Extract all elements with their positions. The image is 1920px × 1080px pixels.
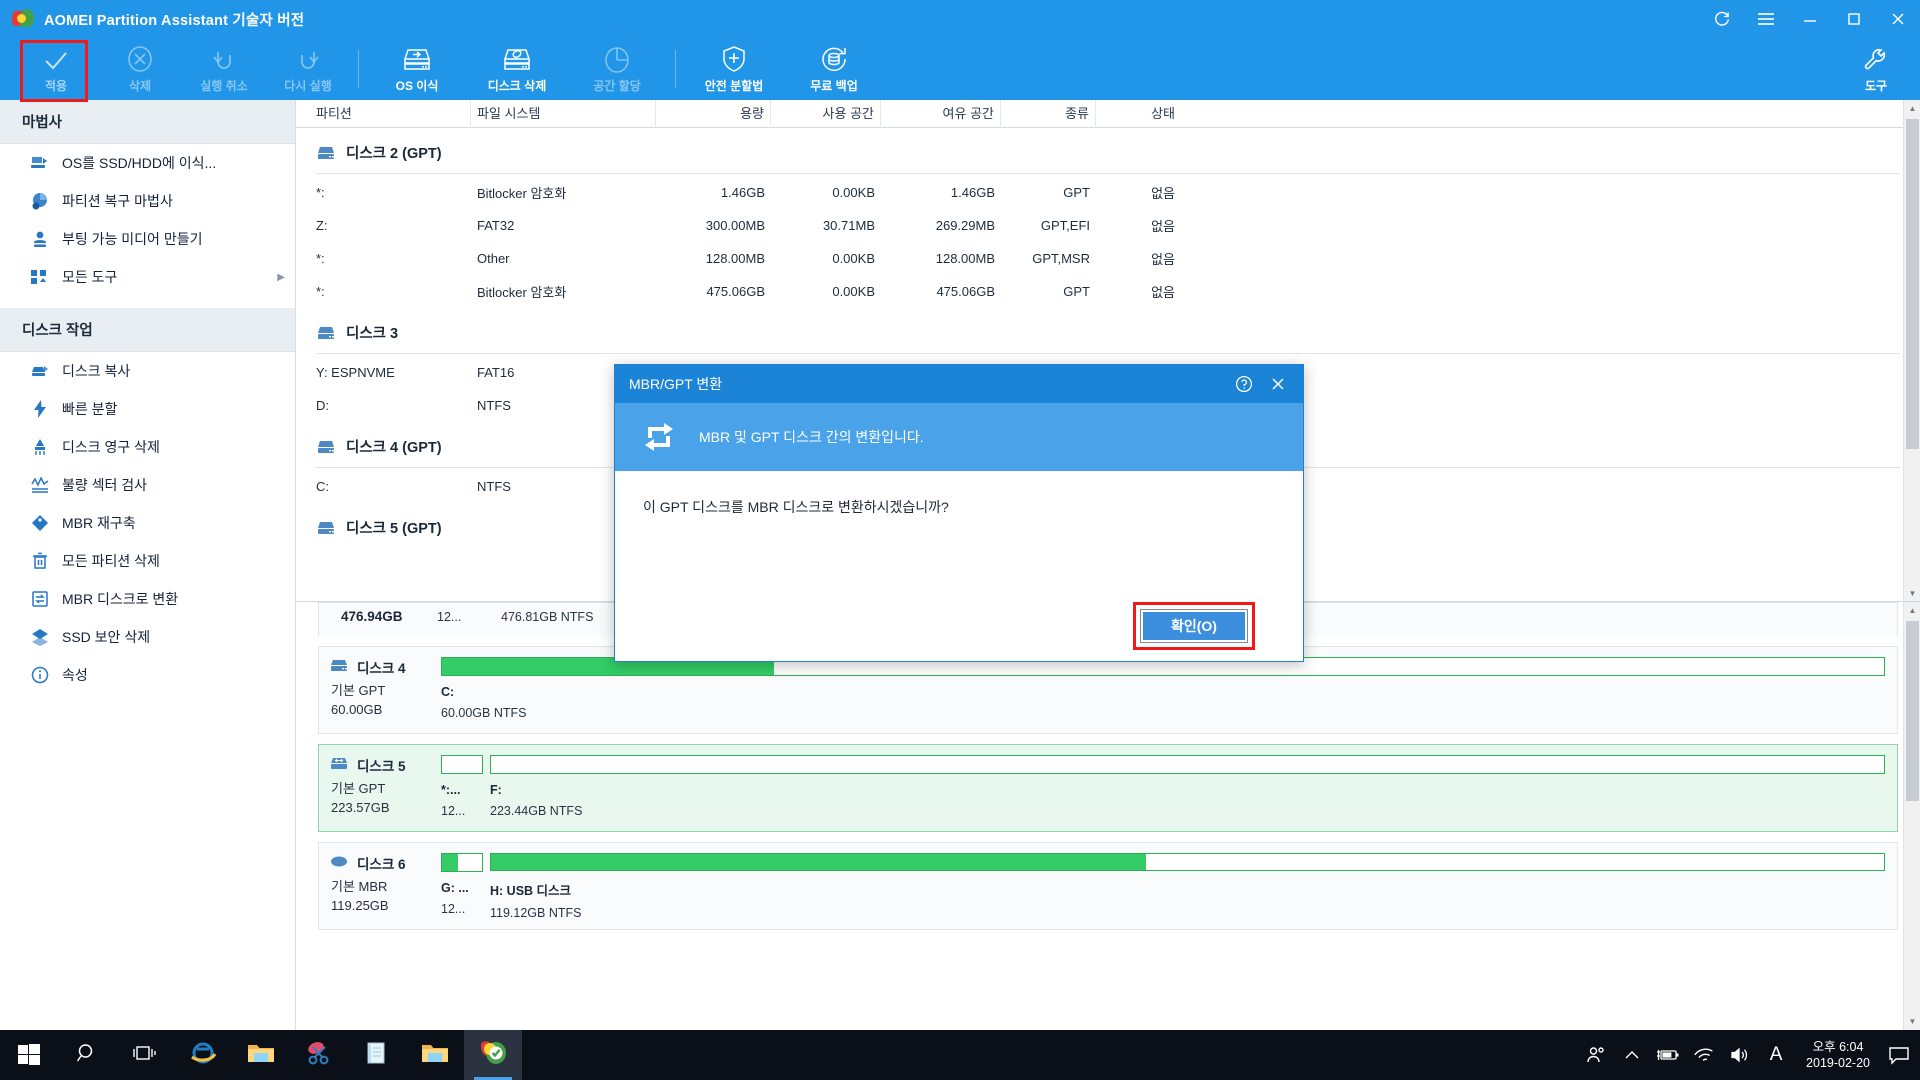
file-explorer-2-button[interactable]: [406, 1030, 464, 1080]
clock-time: 오후 6:04: [1812, 1040, 1864, 1054]
aomei-icon: [478, 1039, 508, 1072]
aomei-partition-assistant-button[interactable]: [464, 1030, 522, 1080]
application-window: AOMEI Partition Assistant 기술자 버전 적용 삭제 실…: [0, 0, 1920, 1030]
battery-charging-icon[interactable]: [1650, 1030, 1686, 1080]
search-button[interactable]: [58, 1030, 116, 1080]
ie-icon: [189, 1039, 217, 1072]
scissors-icon: [305, 1040, 333, 1071]
wifi-icon[interactable]: [1686, 1030, 1722, 1080]
task-view-button[interactable]: [116, 1030, 174, 1080]
dialog-body: 이 GPT 디스크를 MBR 디스크로 변환하시겠습니까?: [615, 471, 1303, 591]
volume-icon[interactable]: [1722, 1030, 1758, 1080]
internet-explorer-button[interactable]: [174, 1030, 232, 1080]
dialog-banner: MBR 및 GPT 디스크 간의 변환입니다.: [615, 403, 1303, 471]
notepad-button[interactable]: [348, 1030, 406, 1080]
chevron-up-icon[interactable]: [1614, 1030, 1650, 1080]
people-icon[interactable]: [1578, 1030, 1614, 1080]
system-tray: A 오후 6:04 2019-02-20: [1578, 1030, 1920, 1080]
dialog-footer: 확인(O): [615, 591, 1303, 661]
dialog-title-bar: MBR/GPT 변환: [615, 365, 1303, 403]
close-icon[interactable]: [1263, 369, 1293, 399]
task-view-icon: [133, 1043, 157, 1068]
folder-icon: [247, 1041, 275, 1070]
snipping-tool-button[interactable]: [290, 1030, 348, 1080]
ok-button-wrapper: 확인(O): [1133, 602, 1255, 650]
notification-icon[interactable]: [1882, 1030, 1916, 1080]
dialog-title: MBR/GPT 변환: [629, 376, 723, 392]
modal-layer: MBR/GPT 변환 MBR 및 GPT 디스크 간의 변환입니다. 이 GPT…: [0, 0, 1920, 1030]
dialog-message: 이 GPT 디스크를 MBR 디스크로 변환하시겠습니까?: [643, 499, 949, 515]
dialog-title-buttons: [1229, 369, 1303, 399]
windows-taskbar: A 오후 6:04 2019-02-20: [0, 1030, 1920, 1080]
ok-button[interactable]: 확인(O): [1140, 609, 1248, 643]
start-button[interactable]: [0, 1030, 58, 1080]
ime-indicator[interactable]: A: [1758, 1030, 1794, 1080]
file-explorer-button[interactable]: [232, 1030, 290, 1080]
dialog-banner-text: MBR 및 GPT 디스크 간의 변환입니다.: [699, 429, 924, 445]
convert-dialog: MBR/GPT 변환 MBR 및 GPT 디스크 간의 변환입니다. 이 GPT…: [614, 364, 1304, 662]
notepad-icon: [364, 1040, 390, 1071]
clock-date: 2019-02-20: [1806, 1056, 1870, 1070]
folder-icon: [421, 1041, 449, 1070]
clock[interactable]: 오후 6:04 2019-02-20: [1794, 1039, 1882, 1071]
search-icon: [76, 1042, 98, 1069]
help-circle-icon[interactable]: [1229, 369, 1259, 399]
convert-arrows-icon: [641, 419, 677, 455]
